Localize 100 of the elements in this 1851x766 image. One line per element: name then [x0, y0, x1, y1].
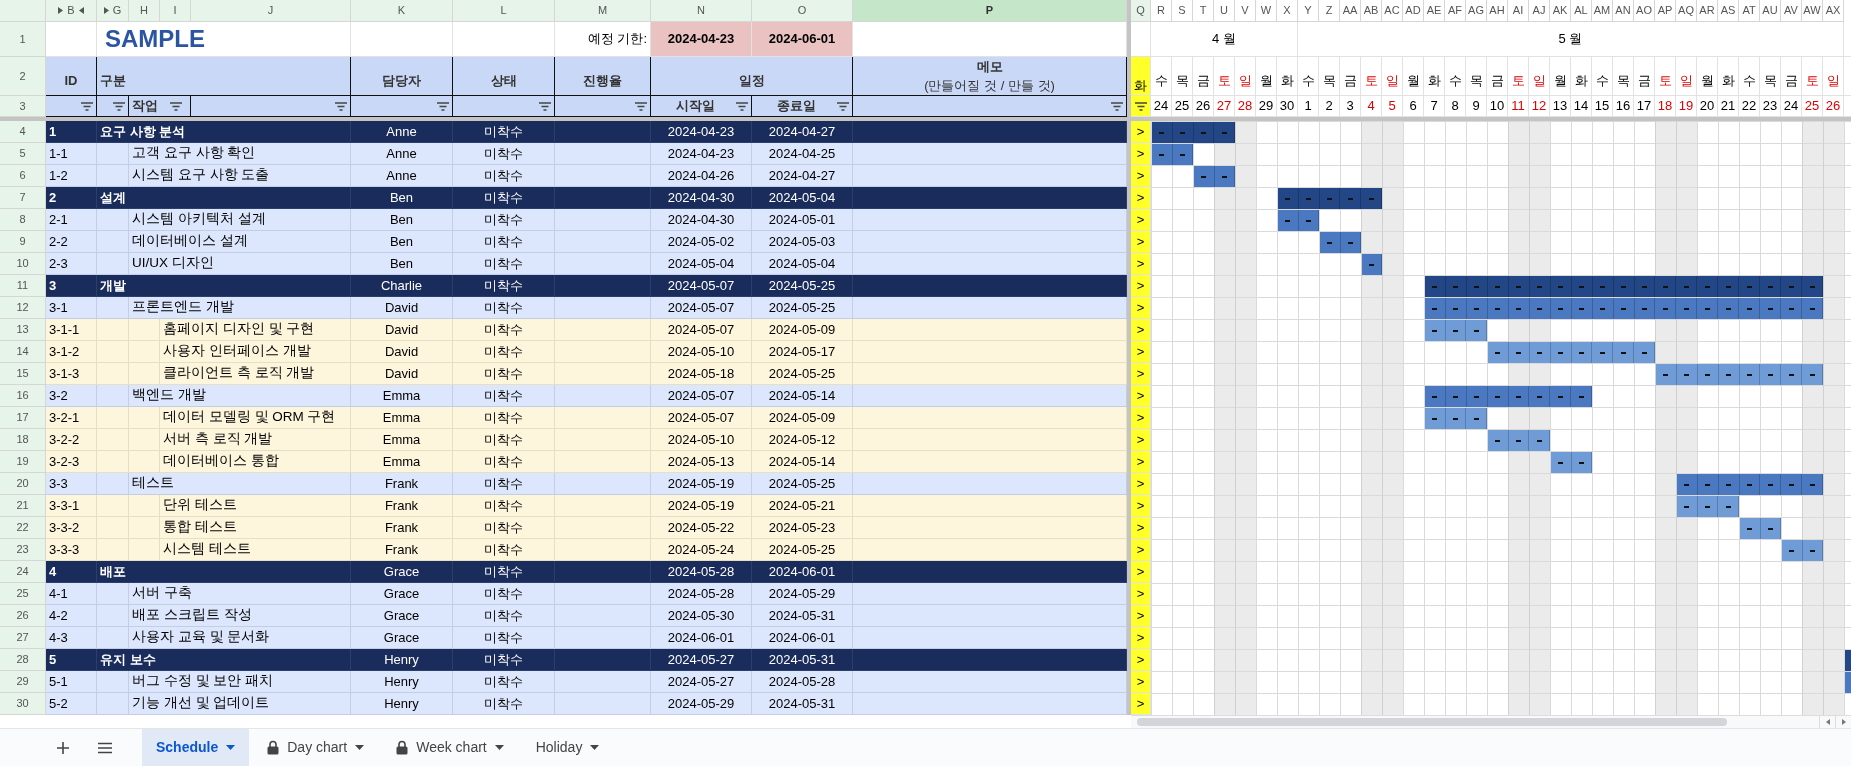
scrollbar-thumb[interactable]	[1137, 718, 1727, 726]
column-header[interactable]: Z	[1319, 0, 1340, 22]
filter-icon[interactable]	[335, 101, 347, 111]
row-header[interactable]: 14	[0, 341, 46, 363]
column-header[interactable]: H	[129, 0, 160, 22]
column-header[interactable]: AA	[1340, 0, 1361, 22]
column-header[interactable]: AF	[1445, 0, 1466, 22]
column-header[interactable]: AV	[1781, 0, 1802, 22]
column-header[interactable]: R	[1151, 0, 1172, 22]
filter-icon[interactable]	[837, 101, 849, 111]
row-header[interactable]: 30	[0, 693, 46, 715]
column-header[interactable]: AQ	[1676, 0, 1697, 22]
column-header[interactable]: K	[351, 0, 453, 22]
row-header[interactable]: 22	[0, 517, 46, 539]
row-header[interactable]: 1	[0, 22, 46, 57]
filter-icon[interactable]	[635, 101, 647, 111]
row-header[interactable]: 10	[0, 253, 46, 275]
assignee-cell: Henry	[351, 671, 453, 693]
column-header[interactable]: L	[453, 0, 555, 22]
triangle-icon[interactable]	[58, 7, 64, 14]
row-header[interactable]: 13	[0, 319, 46, 341]
column-header[interactable]: AH	[1487, 0, 1508, 22]
filter-icon[interactable]	[539, 101, 551, 111]
row-header[interactable]: 18	[0, 429, 46, 451]
column-header[interactable]: M	[555, 0, 651, 22]
column-header[interactable]: AT	[1739, 0, 1760, 22]
column-header[interactable]: AN	[1613, 0, 1634, 22]
row-header[interactable]: 21	[0, 495, 46, 517]
row-header[interactable]: 15	[0, 363, 46, 385]
column-header[interactable]: AD	[1403, 0, 1424, 22]
filter-icon[interactable]	[736, 101, 748, 111]
filter-icon[interactable]	[437, 101, 449, 111]
row-header[interactable]: 12	[0, 297, 46, 319]
column-header[interactable]: V	[1235, 0, 1256, 22]
row-header[interactable]: 19	[0, 451, 46, 473]
column-header[interactable]: AX	[1823, 0, 1844, 22]
row-header[interactable]: 16	[0, 385, 46, 407]
filter-icon[interactable]	[170, 101, 182, 111]
triangle-icon[interactable]	[103, 7, 109, 14]
column-header[interactable]: AE	[1424, 0, 1445, 22]
column-header[interactable]: AP	[1655, 0, 1676, 22]
column-header[interactable]: S	[1172, 0, 1193, 22]
row-header[interactable]: 29	[0, 671, 46, 693]
column-header[interactable]: AS	[1718, 0, 1739, 22]
sheet-tab[interactable]: Holiday	[521, 729, 614, 766]
row-header[interactable]: 27	[0, 627, 46, 649]
row-header[interactable]: 2	[0, 57, 46, 96]
column-header[interactable]: N	[651, 0, 752, 22]
row-header[interactable]: 4	[0, 121, 46, 143]
horizontal-scrollbar[interactable]	[1131, 715, 1851, 728]
column-title: ID	[46, 57, 97, 96]
row-header[interactable]: 6	[0, 165, 46, 187]
filter-icon[interactable]	[81, 101, 93, 111]
column-header[interactable]: B	[46, 0, 97, 22]
column-header[interactable]: P	[853, 0, 1127, 22]
column-header[interactable]: AO	[1634, 0, 1655, 22]
row-header[interactable]: 20	[0, 473, 46, 495]
column-header[interactable]: AL	[1571, 0, 1592, 22]
column-header[interactable]: Y	[1298, 0, 1319, 22]
row-header[interactable]: 9	[0, 231, 46, 253]
sheet-tab[interactable]: Schedule	[142, 729, 250, 766]
row-header[interactable]: 8	[0, 209, 46, 231]
column-header[interactable]: G	[97, 0, 129, 22]
column-header[interactable]: AR	[1697, 0, 1718, 22]
corner-cell[interactable]	[0, 0, 46, 22]
column-header[interactable]: Q	[1131, 0, 1151, 22]
column-header[interactable]: X	[1277, 0, 1298, 22]
column-header[interactable]: W	[1256, 0, 1277, 22]
column-header[interactable]: J	[191, 0, 351, 22]
row-header[interactable]: 25	[0, 583, 46, 605]
sheet-tab[interactable]: Week chart	[382, 729, 518, 766]
column-header[interactable]: T	[1193, 0, 1214, 22]
column-header[interactable]: I	[160, 0, 191, 22]
filter-icon[interactable]	[113, 101, 125, 111]
column-header[interactable]: AW	[1802, 0, 1823, 22]
filter-icon[interactable]	[1134, 101, 1147, 111]
column-header[interactable]: AB	[1361, 0, 1382, 22]
row-header[interactable]: 17	[0, 407, 46, 429]
row-header[interactable]: 24	[0, 561, 46, 583]
row-header[interactable]: 23	[0, 539, 46, 561]
row-header[interactable]: 5	[0, 143, 46, 165]
row-header[interactable]: 11	[0, 275, 46, 297]
column-header[interactable]: U	[1214, 0, 1235, 22]
row-header[interactable]: 7	[0, 187, 46, 209]
column-header[interactable]: AG	[1466, 0, 1487, 22]
weekday-label: 월	[1697, 57, 1718, 96]
row-header[interactable]: 28	[0, 649, 46, 671]
column-header[interactable]: AM	[1592, 0, 1613, 22]
column-header[interactable]: AI	[1508, 0, 1529, 22]
column-header[interactable]: AU	[1760, 0, 1781, 22]
table-cell	[97, 605, 129, 627]
filter-icon[interactable]	[1111, 101, 1123, 111]
column-header[interactable]: O	[752, 0, 853, 22]
triangle-icon[interactable]	[78, 7, 84, 14]
column-header[interactable]: AK	[1550, 0, 1571, 22]
row-header[interactable]: 26	[0, 605, 46, 627]
sheet-tab[interactable]: Day chart	[253, 729, 379, 766]
column-header[interactable]: AJ	[1529, 0, 1550, 22]
row-header[interactable]: 3	[0, 96, 46, 117]
column-header[interactable]: AC	[1382, 0, 1403, 22]
